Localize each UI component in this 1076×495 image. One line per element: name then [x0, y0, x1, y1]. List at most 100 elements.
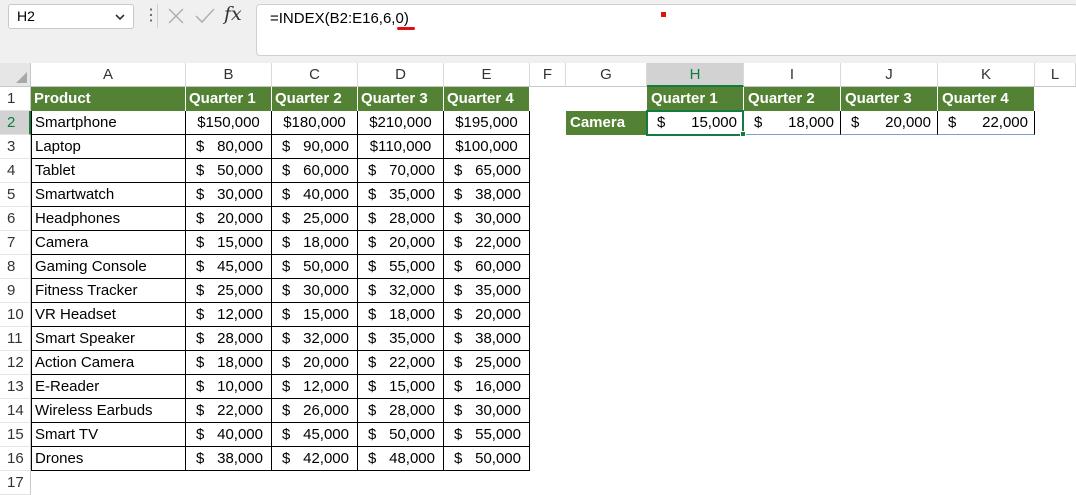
quarter-value-cell[interactable]: $45,000	[186, 255, 272, 279]
product-name-cell[interactable]: E-Reader	[31, 375, 186, 399]
result-header-cell[interactable]: Quarter 3	[841, 87, 938, 111]
product-name-cell[interactable]: Smartphone	[31, 111, 186, 135]
row-header-9[interactable]: 9	[0, 279, 31, 303]
product-name-cell[interactable]: Camera	[31, 231, 186, 255]
quarter-value-cell[interactable]: $18,000	[358, 303, 444, 327]
quarter-value-cell[interactable]: $90,000	[272, 135, 358, 159]
quarter-value-cell[interactable]: $15,000	[272, 303, 358, 327]
quarter-value-cell[interactable]: $38,000	[444, 183, 530, 207]
chevron-down-icon[interactable]	[113, 10, 127, 24]
quarter-value-cell[interactable]: $60,000	[444, 255, 530, 279]
quarter-value-cell[interactable]: $60,000	[272, 159, 358, 183]
quarter-value-cell[interactable]: $16,000	[444, 375, 530, 399]
row-header-3[interactable]: 3	[0, 135, 31, 159]
row-header-17[interactable]: 17	[0, 471, 31, 495]
quarter-value-cell[interactable]: $20,000	[444, 303, 530, 327]
column-header-i[interactable]: I	[744, 63, 841, 87]
quarter-value-cell[interactable]: $80,000	[186, 135, 272, 159]
result-label-cell[interactable]: Camera	[566, 111, 647, 135]
quarter-value-cell[interactable]: $20,000	[186, 207, 272, 231]
quarter-value-cell[interactable]: $28,000	[358, 207, 444, 231]
quarter-value-cell[interactable]: $42,000	[272, 447, 358, 471]
enter-check-icon[interactable]	[194, 6, 216, 26]
quarter-value-cell[interactable]: $22,000	[444, 231, 530, 255]
row-header-16[interactable]: 16	[0, 447, 31, 471]
product-name-cell[interactable]: Headphones	[31, 207, 186, 231]
quarter-value-cell[interactable]: $150,000	[186, 111, 272, 135]
row-header-11[interactable]: 11	[0, 327, 31, 351]
cancel-icon[interactable]	[166, 6, 186, 26]
quarter-value-cell[interactable]: $50,000	[358, 423, 444, 447]
product-name-cell[interactable]: Smart Speaker	[31, 327, 186, 351]
column-header-a[interactable]: A	[31, 63, 186, 87]
table-header-cell[interactable]: Quarter 3	[358, 87, 444, 111]
result-header-cell[interactable]: Quarter 1	[647, 87, 744, 111]
row-header-2[interactable]: 2	[0, 111, 31, 135]
quarter-value-cell[interactable]: $32,000	[358, 279, 444, 303]
product-name-cell[interactable]: Smart TV	[31, 423, 186, 447]
column-header-j[interactable]: J	[841, 63, 938, 87]
quarter-value-cell[interactable]: $40,000	[186, 423, 272, 447]
row-header-6[interactable]: 6	[0, 207, 31, 231]
result-header-cell[interactable]: Quarter 2	[744, 87, 841, 111]
quarter-value-cell[interactable]: $18,000	[186, 351, 272, 375]
row-header-4[interactable]: 4	[0, 159, 31, 183]
quarter-value-cell[interactable]: $30,000	[186, 183, 272, 207]
product-name-cell[interactable]: Wireless Earbuds	[31, 399, 186, 423]
quarter-value-cell[interactable]: $40,000	[272, 183, 358, 207]
quarter-value-cell[interactable]: $100,000	[444, 135, 530, 159]
table-header-cell[interactable]: Quarter 2	[272, 87, 358, 111]
quarter-value-cell[interactable]: $22,000	[358, 351, 444, 375]
quarter-value-cell[interactable]: $55,000	[444, 423, 530, 447]
row-header-10[interactable]: 10	[0, 303, 31, 327]
row-header-12[interactable]: 12	[0, 351, 31, 375]
quarter-value-cell[interactable]: $20,000	[358, 231, 444, 255]
quarter-value-cell[interactable]: $65,000	[444, 159, 530, 183]
result-value-cell[interactable]: $22,000	[938, 111, 1035, 135]
quarter-value-cell[interactable]: $28,000	[186, 327, 272, 351]
quarter-value-cell[interactable]: $35,000	[358, 327, 444, 351]
table-header-cell[interactable]: Quarter 4	[444, 87, 530, 111]
quarter-value-cell[interactable]: $15,000	[358, 375, 444, 399]
fill-handle[interactable]	[740, 131, 746, 137]
quarter-value-cell[interactable]: $22,000	[186, 399, 272, 423]
row-header-5[interactable]: 5	[0, 183, 31, 207]
result-header-cell[interactable]: Quarter 4	[938, 87, 1035, 111]
quarter-value-cell[interactable]: $48,000	[358, 447, 444, 471]
name-box[interactable]: H2	[8, 4, 134, 29]
product-name-cell[interactable]: VR Headset	[31, 303, 186, 327]
column-header-b[interactable]: B	[186, 63, 272, 87]
product-name-cell[interactable]: Tablet	[31, 159, 186, 183]
product-name-cell[interactable]: Action Camera	[31, 351, 186, 375]
quarter-value-cell[interactable]: $30,000	[444, 399, 530, 423]
result-value-cell[interactable]: $18,000	[744, 111, 841, 135]
product-name-cell[interactable]: Gaming Console	[31, 255, 186, 279]
quarter-value-cell[interactable]: $195,000	[444, 111, 530, 135]
quarter-value-cell[interactable]: $12,000	[186, 303, 272, 327]
column-header-d[interactable]: D	[358, 63, 444, 87]
quarter-value-cell[interactable]: $18,000	[272, 231, 358, 255]
quarter-value-cell[interactable]: $70,000	[358, 159, 444, 183]
product-name-cell[interactable]: Smartwatch	[31, 183, 186, 207]
quarter-value-cell[interactable]: $50,000	[444, 447, 530, 471]
row-header-13[interactable]: 13	[0, 375, 31, 399]
quarter-value-cell[interactable]: $50,000	[272, 255, 358, 279]
table-header-cell[interactable]: Quarter 1	[186, 87, 272, 111]
product-name-cell[interactable]: Laptop	[31, 135, 186, 159]
quarter-value-cell[interactable]: $45,000	[272, 423, 358, 447]
more-options-icon[interactable]: ⋮	[143, 6, 159, 26]
row-header-8[interactable]: 8	[0, 255, 31, 279]
insert-function-icon[interactable]: fx	[224, 3, 248, 27]
quarter-value-cell[interactable]: $28,000	[358, 399, 444, 423]
quarter-value-cell[interactable]: $15,000	[186, 231, 272, 255]
quarter-value-cell[interactable]: $210,000	[358, 111, 444, 135]
result-value-cell[interactable]: $20,000	[841, 111, 938, 135]
quarter-value-cell[interactable]: $25,000	[272, 207, 358, 231]
column-header-c[interactable]: C	[272, 63, 358, 87]
product-name-cell[interactable]: Fitness Tracker	[31, 279, 186, 303]
quarter-value-cell[interactable]: $35,000	[444, 279, 530, 303]
quarter-value-cell[interactable]: $32,000	[272, 327, 358, 351]
quarter-value-cell[interactable]: $180,000	[272, 111, 358, 135]
column-header-k[interactable]: K	[938, 63, 1035, 87]
formula-input[interactable]: =INDEX(B2:E16,6,0)	[256, 4, 1076, 56]
